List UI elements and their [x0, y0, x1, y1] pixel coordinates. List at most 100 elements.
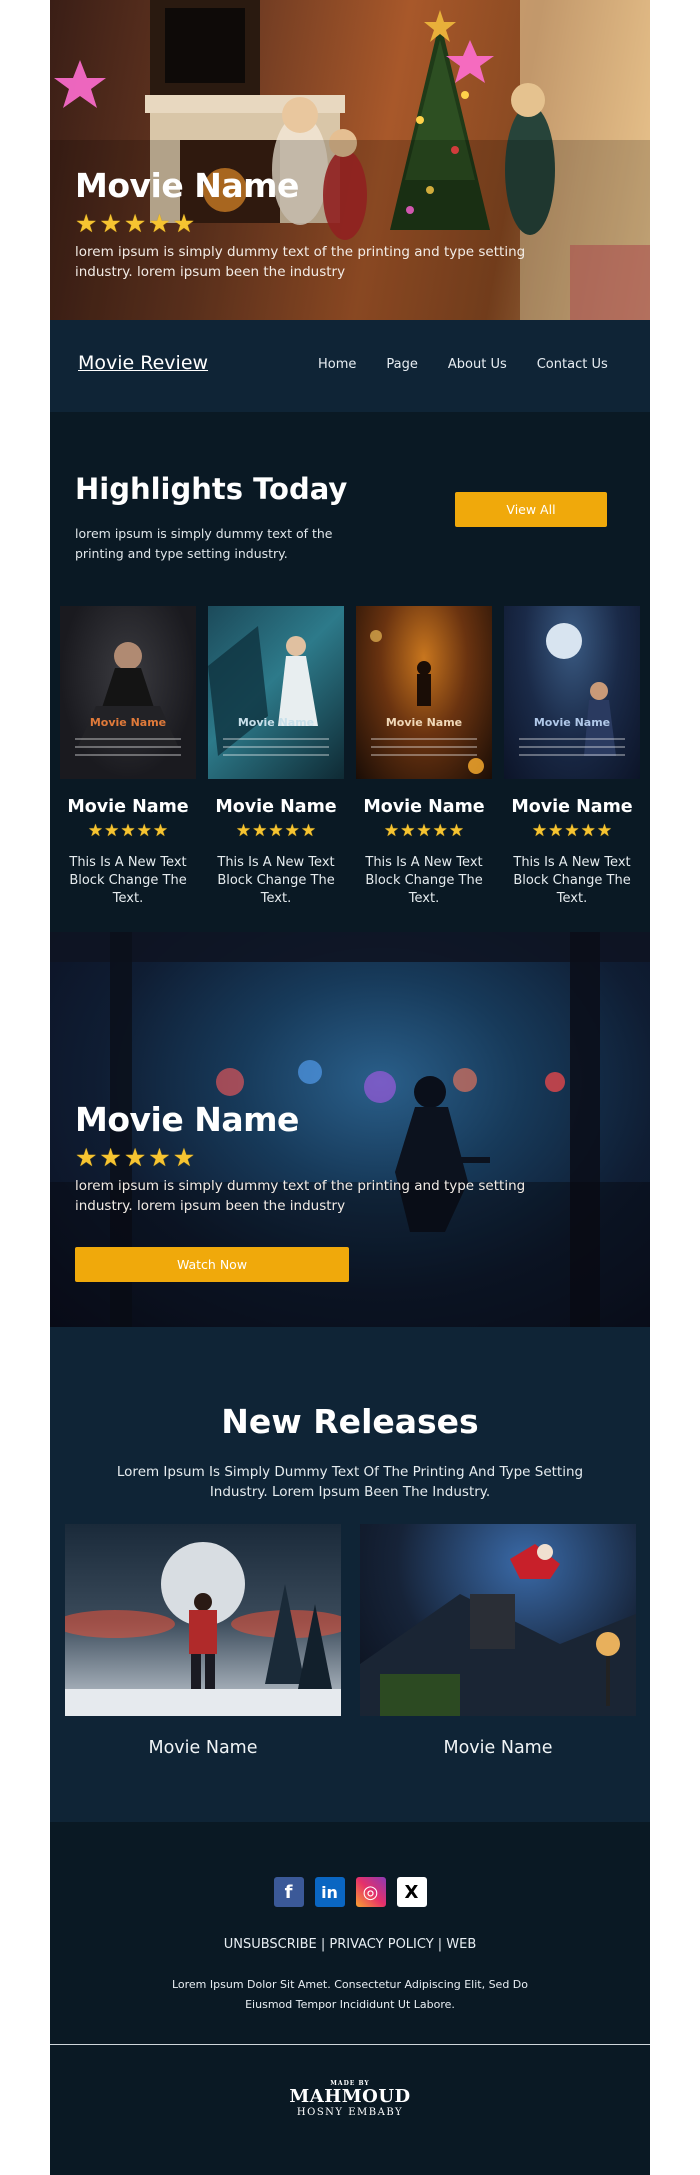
release-name[interactable]: Movie Name — [360, 1738, 636, 1758]
poster-line — [371, 738, 477, 740]
star-icon: ★ — [416, 821, 432, 841]
nav-item-contact-us[interactable]: Contact Us — [537, 357, 608, 372]
poster-title: Movie Name — [89, 716, 167, 729]
maker-logo: MADE BY MAHMOUD HOSNY EMBABY — [50, 2080, 650, 2118]
hero-content: Movie Name ★ ★ ★ ★ ★ lorem ipsum is simp… — [75, 166, 545, 282]
watch-now-button[interactable]: Watch Now — [75, 1247, 349, 1282]
star-icon: ★ — [235, 821, 252, 841]
release-art — [65, 1542, 341, 1716]
featured-title: Movie Name — [75, 1100, 299, 1139]
star-icon: ★ — [252, 821, 268, 841]
brand-link[interactable]: Movie Review — [78, 352, 208, 374]
movie-card[interactable]: Movie Name Movie Name ★ ★ ★ ★ ★ This Is A Ne… — [60, 606, 196, 908]
new-releases-section: New Releases Lorem Ipsum Is Simply Dummy… — [50, 1327, 650, 1822]
email-container: Movie Name ★ ★ ★ ★ ★ lorem ipsum is simp… — [50, 0, 650, 2175]
movie-card[interactable]: Movie Name Movie Name ★ ★ ★ ★ ★ This Is A Ne… — [208, 606, 344, 908]
movie-poster[interactable]: Movie Name — [504, 606, 640, 779]
star-icon: ★ — [148, 1143, 171, 1172]
poster-line — [371, 746, 477, 748]
nav-item-home[interactable]: Home — [318, 357, 356, 372]
release-image[interactable] — [360, 1524, 636, 1716]
poster-line — [223, 746, 329, 748]
movie-rating: ★ ★ ★ ★ ★ — [356, 823, 492, 840]
release-art — [360, 1544, 636, 1716]
star-icon: ★ — [172, 209, 196, 238]
release-image[interactable] — [65, 1524, 341, 1716]
new-releases-title: New Releases — [221, 1402, 479, 1441]
featured-movie: Movie Name ★ ★ ★ ★ ★ lorem ipsum is simp… — [50, 932, 650, 1327]
star-icon: ★ — [548, 821, 564, 841]
release-card[interactable]: Movie Name — [360, 1524, 636, 1758]
star-icon: ★ — [75, 1143, 98, 1172]
hero-rating: ★ ★ ★ ★ ★ — [75, 211, 545, 236]
movie-text: This Is A New Text Block Change The Text… — [513, 855, 631, 906]
poster-line — [519, 746, 625, 748]
movie-poster[interactable]: Movie Name — [356, 606, 492, 779]
poster-line — [75, 738, 181, 740]
release-name[interactable]: Movie Name — [65, 1738, 341, 1758]
star-icon: ★ — [104, 821, 120, 841]
instagram-icon[interactable]: ◎ — [355, 1877, 386, 1907]
poster-line — [75, 754, 181, 756]
star-icon: ★ — [99, 209, 122, 238]
star-icon: ★ — [123, 1143, 147, 1172]
hero-description: lorem ipsum is simply dummy text of the … — [75, 244, 526, 280]
star-icon: ★ — [87, 821, 104, 841]
poster-line — [519, 754, 625, 756]
star-icon: ★ — [268, 821, 284, 841]
facebook-icon[interactable]: f — [273, 1877, 304, 1907]
movie-name[interactable]: Movie Name — [60, 797, 196, 817]
movie-text: This Is A New Text Block Change The Text… — [69, 855, 187, 906]
hero-banner: Movie Name ★ ★ ★ ★ ★ lorem ipsum is simp… — [50, 0, 650, 320]
featured-description: lorem ipsum is simply dummy text of the … — [75, 1178, 526, 1214]
nav-item-about-us[interactable]: About Us — [448, 357, 507, 372]
highlights-description: lorem ipsum is simply dummy text of the … — [75, 526, 333, 561]
poster-line — [223, 738, 329, 740]
movie-name[interactable]: Movie Name — [504, 797, 640, 817]
movie-name[interactable]: Movie Name — [356, 797, 492, 817]
movie-name[interactable]: Movie Name — [208, 797, 344, 817]
poster-line — [75, 746, 181, 748]
star-icon: ★ — [564, 821, 580, 841]
poster-line — [519, 738, 625, 740]
poster-title: Movie Name — [237, 716, 315, 729]
release-card[interactable]: Movie Name — [65, 1524, 341, 1758]
hero-title: Movie Name — [75, 166, 299, 205]
star-icon: ★ — [580, 821, 596, 841]
x-icon[interactable]: X — [396, 1877, 427, 1907]
footer-text: Lorem Ipsum Dolor Sit Amet. Consectetur … — [171, 1978, 529, 2011]
star-icon: ★ — [531, 821, 548, 841]
star-icon: ★ — [99, 1143, 122, 1172]
movie-rating: ★ ★ ★ ★ ★ — [208, 823, 344, 840]
poster-line — [371, 754, 477, 756]
poster-line — [223, 754, 329, 756]
movie-text: This Is A New Text Block Change The Text… — [217, 855, 335, 906]
star-icon: ★ — [300, 821, 317, 841]
star-icon: ★ — [284, 821, 300, 841]
movie-card[interactable]: Movie Name Movie Name ★ ★ ★ ★ ★ This Is A Ne… — [504, 606, 640, 908]
star-icon: ★ — [596, 821, 613, 841]
star-icon: ★ — [148, 209, 171, 238]
highlights-section: Highlights Today lorem ipsum is simply d… — [50, 412, 650, 932]
logo-subtitle: HOSNY EMBABY — [296, 2107, 404, 2118]
star-icon: ★ — [136, 821, 152, 841]
linkedin-icon[interactable]: in — [314, 1877, 345, 1907]
star-icon: ★ — [400, 821, 416, 841]
star-icon: ★ — [432, 821, 448, 841]
view-all-button[interactable]: View All — [455, 492, 607, 527]
star-icon: ★ — [152, 821, 169, 841]
featured-rating: ★ ★ ★ ★ ★ — [75, 1145, 555, 1170]
movie-poster[interactable]: Movie Name — [60, 606, 196, 779]
star-icon: ★ — [123, 209, 147, 238]
highlights-title: Highlights Today — [75, 472, 348, 506]
movie-card[interactable]: Movie Name Movie Name ★ ★ ★ ★ ★ This Is A Ne… — [356, 606, 492, 908]
logo-name: MAHMOUD — [289, 2086, 411, 2107]
star-icon: ★ — [383, 821, 400, 841]
footer-links[interactable]: UNSUBSCRIBE | PRIVACY POLICY | WEB — [50, 1937, 650, 1952]
social-links: f in ◎ X — [50, 1877, 650, 1907]
movie-poster[interactable]: Movie Name — [208, 606, 344, 779]
movie-rating: ★ ★ ★ ★ ★ — [504, 823, 640, 840]
nav-item-page[interactable]: Page — [386, 357, 417, 372]
star-icon: ★ — [172, 1143, 196, 1172]
poster-title: Movie Name — [533, 716, 611, 729]
